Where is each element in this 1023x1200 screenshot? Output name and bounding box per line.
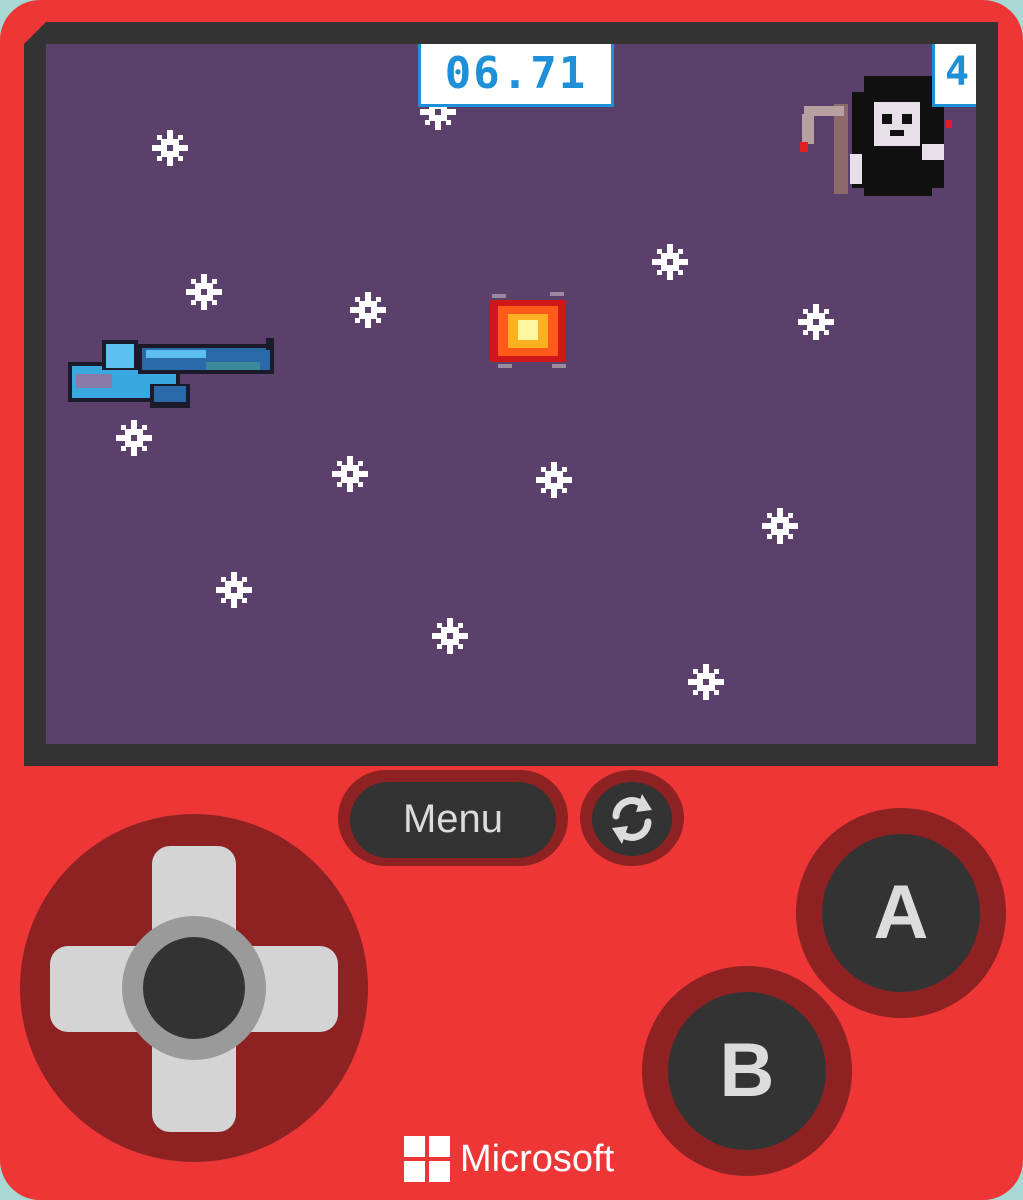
revolver-sprite bbox=[68, 338, 274, 408]
fireball-sprite bbox=[490, 292, 566, 368]
b-button[interactable]: B bbox=[668, 992, 826, 1150]
brand: Microsoft bbox=[404, 1134, 614, 1184]
game-screen[interactable]: 06.71 4 bbox=[46, 44, 976, 744]
lives-counter: 4 bbox=[932, 44, 976, 107]
grim-reaper-sprite bbox=[800, 76, 952, 196]
timer-display: 06.71 bbox=[418, 44, 614, 107]
brand-name: Microsoft bbox=[460, 1137, 615, 1180]
actors-layer bbox=[68, 76, 952, 408]
microsoft-logo-icon bbox=[404, 1136, 450, 1182]
reset-button[interactable] bbox=[592, 782, 672, 856]
handheld-device: 06.71 4 Menu A B Microsoft bbox=[0, 0, 1023, 1200]
dpad-center[interactable] bbox=[143, 937, 245, 1039]
a-button[interactable]: A bbox=[822, 834, 980, 992]
menu-button[interactable]: Menu bbox=[350, 782, 556, 858]
refresh-icon bbox=[612, 794, 652, 844]
